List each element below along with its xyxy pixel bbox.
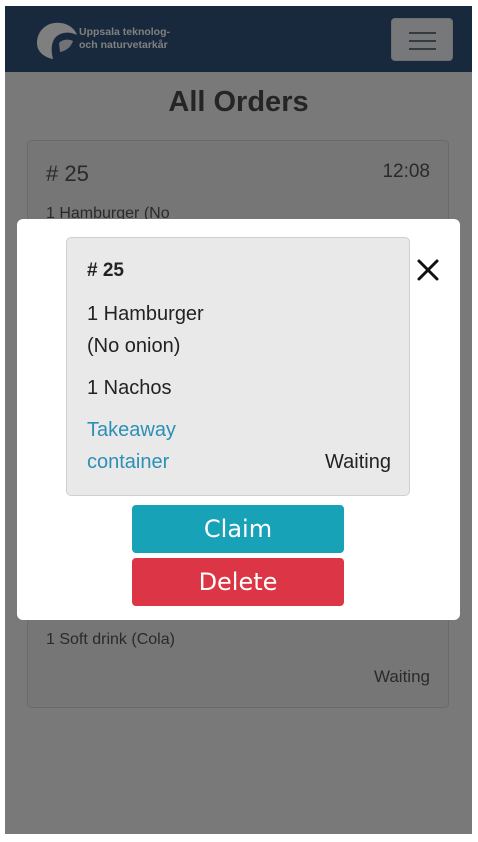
order-item-label: 1 Hamburger [87,303,204,325]
order-item-note: (No onion) [87,335,181,357]
order-status: Waiting [325,451,391,473]
takeaway-line-2: container [87,451,170,473]
app-frame: Uppsala teknolog- och naturvetarkår All … [5,6,472,834]
order-item-nachos: 1 Nachos [87,377,172,399]
takeaway-label: Takeaway container [87,414,217,478]
takeaway-line-1: Takeaway [87,419,176,441]
order-modal: # 25 1 Hamburger (No onion) 1 Nachos Tak… [17,219,460,620]
delete-button[interactable]: Delete [132,558,344,606]
claim-button[interactable]: Claim [132,505,344,553]
order-detail-card: # 25 1 Hamburger (No onion) 1 Nachos Tak… [66,237,410,496]
order-item-hamburger: 1 Hamburger (No onion) [87,298,204,362]
close-icon[interactable] [415,257,441,283]
order-number: # 25 [87,260,124,281]
